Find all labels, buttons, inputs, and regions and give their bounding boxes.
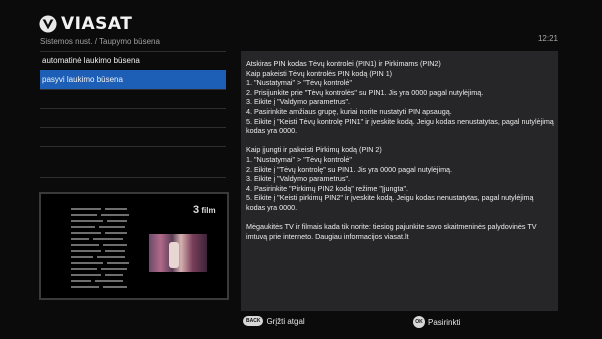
- info-line: 3. Eikite į "Valdymo parametrus".: [246, 174, 351, 184]
- info-line: 1. "Nustatymai" > "Tėvų kontrolė": [246, 154, 352, 164]
- info-line: 2. Eikite į "Tėvų kontrolę" su PIN1. Jis…: [246, 164, 453, 174]
- menu-divider: [40, 177, 226, 178]
- info-heading: Atskiras PIN kodas Tėvų kontrolei (PIN1)…: [246, 59, 441, 68]
- info-line: 2. Prisijunkite prie "Tėvų kontrolės" su…: [246, 87, 484, 97]
- viasat-logo: VIASAT: [39, 14, 132, 34]
- menu-item-passive-standby[interactable]: pasyvi laukimo būsena: [40, 70, 226, 89]
- menu-empty-row: [40, 89, 226, 108]
- info-line: 5. Eikite į "Keisti Tėvų kontrolę PIN1" …: [246, 116, 554, 136]
- end-credits: [71, 208, 161, 292]
- info-subheading: Kaip įjungti ir pakeisti Pirkimų kodą (P…: [246, 145, 382, 155]
- viasat-v-icon: [39, 15, 57, 33]
- info-line: 4. Pasirinkite "Pirkimų PIN2 kodą" režim…: [246, 183, 409, 193]
- preview-image: [149, 234, 207, 272]
- menu-item-label: pasyvi laukimo būsena: [42, 75, 123, 84]
- info-line: 5. Eikite į "Keisti pirkimų PIN2" ir įve…: [246, 193, 534, 212]
- info-panel: Atskiras PIN kodas Tėvų kontrolei (PIN1)…: [241, 51, 558, 311]
- info-promo: Mėgaukitės TV ir filmais kada tik norite…: [246, 222, 537, 241]
- ok-hint[interactable]: OK Pasirinkti: [413, 316, 460, 328]
- back-hint[interactable]: BACK Grįžti atgal: [243, 316, 305, 326]
- breadcrumb: Sistemos nust. / Taupymo būsena: [40, 37, 160, 46]
- menu-empty-row: [40, 127, 226, 146]
- clock: 12:21: [537, 34, 558, 43]
- standby-mode-menu: automatinė laukimo būsena pasyvi laukimo…: [40, 51, 226, 165]
- menu-item-label: automatinė laukimo būsena: [42, 56, 140, 65]
- menu-item-automatic-standby[interactable]: automatinė laukimo būsena: [40, 51, 226, 70]
- info-subheading: Kaip pakeisti Tėvų kontrolės PIN kodą (P…: [246, 68, 393, 78]
- info-text: Atskiras PIN kodas Tėvų kontrolei (PIN1)…: [246, 59, 554, 241]
- back-label: Grįžti atgal: [266, 316, 305, 326]
- info-line: 1. "Nustatymai" > "Tėvų kontrolė": [246, 78, 352, 88]
- menu-empty-row: [40, 108, 226, 127]
- channel-logo: 3 film: [193, 204, 216, 216]
- ok-label: Pasirinkti: [428, 317, 461, 327]
- info-line: 4. Pasirinkite amžiaus grupę, kuriai nor…: [246, 106, 452, 116]
- menu-empty-row: [40, 146, 226, 165]
- back-key-icon: BACK: [243, 316, 264, 326]
- ok-key-icon: OK: [413, 316, 425, 328]
- info-line: 3. Eikite į "Valdymo parametrus".: [246, 97, 351, 107]
- tv-preview: 3 film: [39, 192, 229, 300]
- brand-name: VIASAT: [61, 14, 133, 34]
